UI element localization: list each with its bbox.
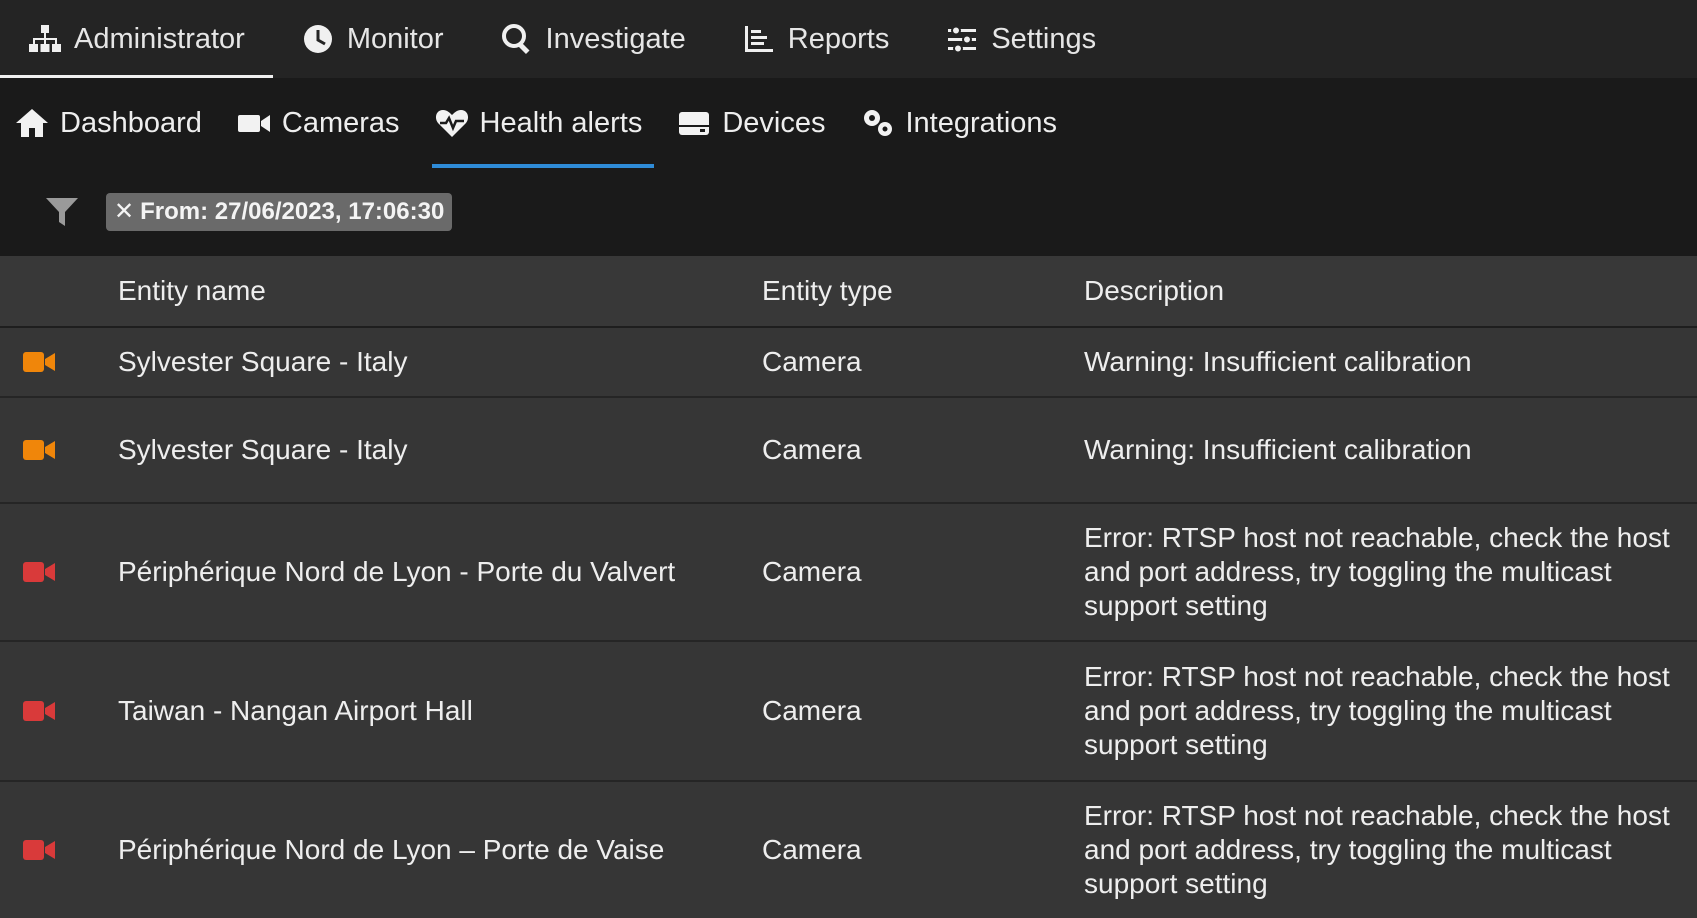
filter-icon[interactable]: [44, 195, 80, 229]
entity-name: Sylvester Square - Italy: [118, 346, 408, 377]
alert-description: Error: RTSP host not reachable, check th…: [1084, 661, 1670, 760]
topnav-label: Reports: [787, 22, 890, 55]
table-row[interactable]: Taiwan - Nangan Airport Hall Camera Erro…: [0, 642, 1697, 782]
topnav-label: Administrator: [74, 22, 245, 55]
subnav-label: Dashboard: [60, 106, 202, 139]
sitemap-icon: [28, 22, 62, 56]
health-alerts-table: Entity name Entity type Description Sylv…: [0, 256, 1697, 918]
alert-description: Warning: Insufficient calibration: [1084, 434, 1472, 465]
entity-name: Périphérique Nord de Lyon - Porte du Val…: [118, 556, 676, 587]
sub-navigation: Dashboard Cameras Health alerts Devices …: [0, 78, 1697, 168]
subnav-label: Integrations: [905, 106, 1058, 139]
subnav-label: Devices: [722, 106, 826, 139]
entity-type: Camera: [762, 346, 862, 377]
error-camera-icon: [23, 562, 55, 582]
subnav-dashboard[interactable]: Dashboard: [12, 78, 214, 168]
subnav-devices[interactable]: Devices: [674, 78, 837, 168]
sliders-icon: [945, 22, 979, 56]
alert-description: Error: RTSP host not reachable, check th…: [1084, 800, 1670, 899]
table-row[interactable]: Sylvester Square - Italy Camera Warning:…: [0, 398, 1697, 504]
entity-name: Taiwan - Nangan Airport Hall: [118, 695, 473, 726]
filter-chip-label: From: 27/06/2023, 17:06:30: [140, 198, 445, 225]
topnav-label: Investigate: [545, 22, 686, 55]
error-camera-icon: [23, 701, 55, 721]
top-navigation: Administrator Monitor Investigate Report…: [0, 0, 1697, 78]
table-row[interactable]: Périphérique Nord de Lyon - Porte du Val…: [0, 504, 1697, 642]
error-camera-icon: [23, 840, 55, 860]
header-description[interactable]: Description: [1084, 274, 1684, 308]
entity-type: Camera: [762, 695, 862, 726]
entity-type: Camera: [762, 556, 862, 587]
header-entity-type[interactable]: Entity type: [762, 275, 1084, 307]
clock-icon: [301, 22, 335, 56]
alert-description: Error: RTSP host not reachable, check th…: [1084, 522, 1670, 621]
subnav-health-alerts[interactable]: Health alerts: [431, 78, 655, 168]
warning-camera-icon: [23, 440, 55, 460]
topnav-label: Monitor: [346, 22, 444, 55]
subnav-label: Health alerts: [479, 106, 643, 139]
table-header: Entity name Entity type Description: [0, 256, 1697, 328]
server-icon: [676, 106, 712, 140]
topnav-administrator[interactable]: Administrator: [0, 0, 273, 78]
close-icon[interactable]: ✕: [114, 200, 134, 224]
topnav-investigate[interactable]: Investigate: [472, 0, 714, 78]
topnav-settings[interactable]: Settings: [917, 0, 1124, 78]
topnav-label: Settings: [991, 22, 1097, 55]
header-entity-name[interactable]: Entity name: [118, 275, 762, 307]
heart-pulse-icon: [434, 106, 470, 140]
entity-type: Camera: [762, 434, 862, 465]
subnav-integrations[interactable]: Integrations: [858, 78, 1070, 168]
video-camera-icon: [236, 106, 272, 140]
entity-name: Sylvester Square - Italy: [118, 434, 408, 465]
filter-chip: ✕ From: 27/06/2023, 17:06:30: [106, 193, 453, 231]
entity-type: Camera: [762, 834, 862, 865]
gears-icon: [860, 106, 896, 140]
table-row[interactable]: Périphérique Nord de Lyon – Porte de Vai…: [0, 782, 1697, 918]
topnav-monitor[interactable]: Monitor: [273, 0, 472, 78]
filter-bar: ✕ From: 27/06/2023, 17:06:30: [0, 168, 1697, 256]
table-row[interactable]: Sylvester Square - Italy Camera Warning:…: [0, 328, 1697, 398]
subnav-cameras[interactable]: Cameras: [234, 78, 412, 168]
home-icon: [14, 106, 50, 140]
alert-description: Warning: Insufficient calibration: [1084, 346, 1472, 377]
search-icon: [500, 22, 534, 56]
entity-name: Périphérique Nord de Lyon – Porte de Vai…: [118, 834, 665, 865]
topnav-reports[interactable]: Reports: [714, 0, 918, 78]
chart-icon: [742, 22, 776, 56]
subnav-label: Cameras: [281, 106, 400, 139]
warning-camera-icon: [23, 352, 55, 372]
